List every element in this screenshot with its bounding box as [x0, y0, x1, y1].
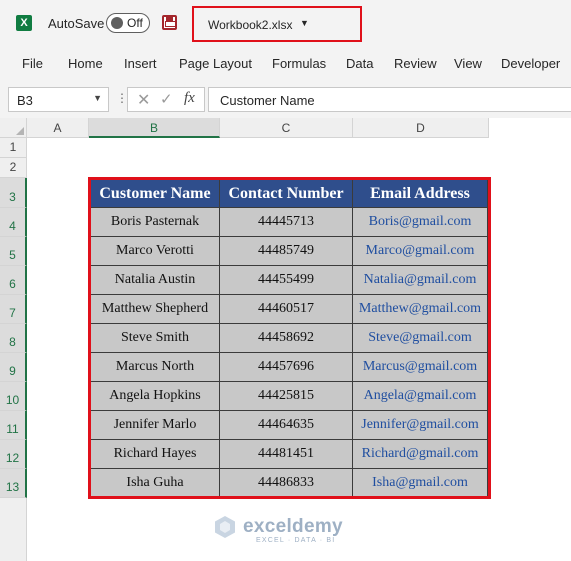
row-number: 7 [9, 306, 16, 320]
row-header-10[interactable]: 10 [0, 382, 27, 411]
formula-input[interactable]: Customer Name [208, 87, 571, 112]
title-bar: X AutoSave Off Workbook2.xlsx ▼ [0, 0, 571, 46]
row-header-empty [0, 498, 27, 561]
tab-developer[interactable]: Developer [501, 56, 560, 71]
row-header-13[interactable]: 13 [0, 469, 27, 498]
row-header-11[interactable]: 11 [0, 411, 27, 440]
formula-value: Customer Name [220, 93, 315, 108]
row-header-5[interactable]: 5 [0, 237, 27, 266]
tab-review[interactable]: Review [394, 56, 437, 71]
tab-view[interactable]: View [454, 56, 482, 71]
column-header-b[interactable]: B [89, 118, 220, 138]
row-number: 2 [9, 160, 17, 174]
column-header-c[interactable]: C [220, 118, 353, 138]
row-header-3[interactable]: 3 [0, 178, 27, 208]
row-header-1[interactable]: 1 [0, 138, 27, 158]
row-number: 4 [9, 219, 16, 233]
row-number: 9 [9, 364, 16, 378]
formula-buttons: ✕ ✓ fx [127, 87, 205, 112]
insert-function-icon[interactable]: fx [184, 90, 195, 107]
row-number: 8 [9, 335, 16, 349]
tab-insert[interactable]: Insert [124, 56, 157, 71]
exceldemy-logo-icon [215, 516, 235, 538]
caret-down-icon: ▼ [300, 18, 309, 28]
tab-home[interactable]: Home [68, 56, 103, 71]
name-box-value: B3 [17, 93, 33, 108]
autosave-state: Off [127, 16, 143, 30]
row-header-12[interactable]: 12 [0, 440, 27, 469]
watermark-name: exceldemy [243, 516, 343, 537]
cancel-icon[interactable]: ✕ [137, 90, 150, 110]
filename: Workbook2.xlsx [208, 18, 293, 32]
row-header-4[interactable]: 4 [0, 208, 27, 237]
row-header-2[interactable]: 2 [0, 158, 27, 178]
column-header-d[interactable]: D [353, 118, 489, 138]
enter-check-icon[interactable]: ✓ [160, 90, 173, 108]
row-number: 11 [6, 422, 19, 436]
formula-bar: B3 ▼ ⋮ ✕ ✓ fx Customer Name [0, 82, 571, 118]
selection-highlight [88, 177, 491, 499]
filename-dropdown[interactable]: Workbook2.xlsx ▼ [192, 6, 362, 42]
row-number: 10 [5, 393, 20, 407]
toggle-knob-icon [111, 17, 123, 29]
tab-page-layout[interactable]: Page Layout [179, 56, 252, 71]
row-number: 3 [9, 190, 16, 204]
row-header-9[interactable]: 9 [0, 353, 27, 382]
ribbon-tabs: File Home Insert Page Layout Formulas Da… [0, 46, 571, 82]
select-all-corner[interactable] [0, 118, 27, 138]
chevron-down-icon[interactable]: ▼ [93, 93, 102, 103]
watermark-tagline: EXCEL · DATA · BI [256, 537, 336, 544]
row-header-8[interactable]: 8 [0, 324, 27, 353]
row-header-7[interactable]: 7 [0, 295, 27, 324]
autosave-label: AutoSave [48, 16, 105, 31]
tab-data[interactable]: Data [346, 56, 373, 71]
tab-file[interactable]: File [22, 56, 43, 71]
row-number: 12 [5, 451, 20, 465]
row-header-6[interactable]: 6 [0, 266, 27, 295]
excel-logo-icon: X [16, 15, 32, 31]
row-number: 6 [9, 277, 16, 291]
name-box[interactable]: B3 ▼ [8, 87, 109, 112]
row-number: 13 [5, 480, 20, 494]
column-header-a[interactable]: A [27, 118, 89, 138]
tab-formulas[interactable]: Formulas [272, 56, 326, 71]
row-number: 5 [9, 248, 16, 262]
autosave-toggle[interactable]: Off [106, 13, 150, 33]
row-number: 1 [9, 140, 17, 154]
save-icon[interactable] [162, 15, 177, 30]
